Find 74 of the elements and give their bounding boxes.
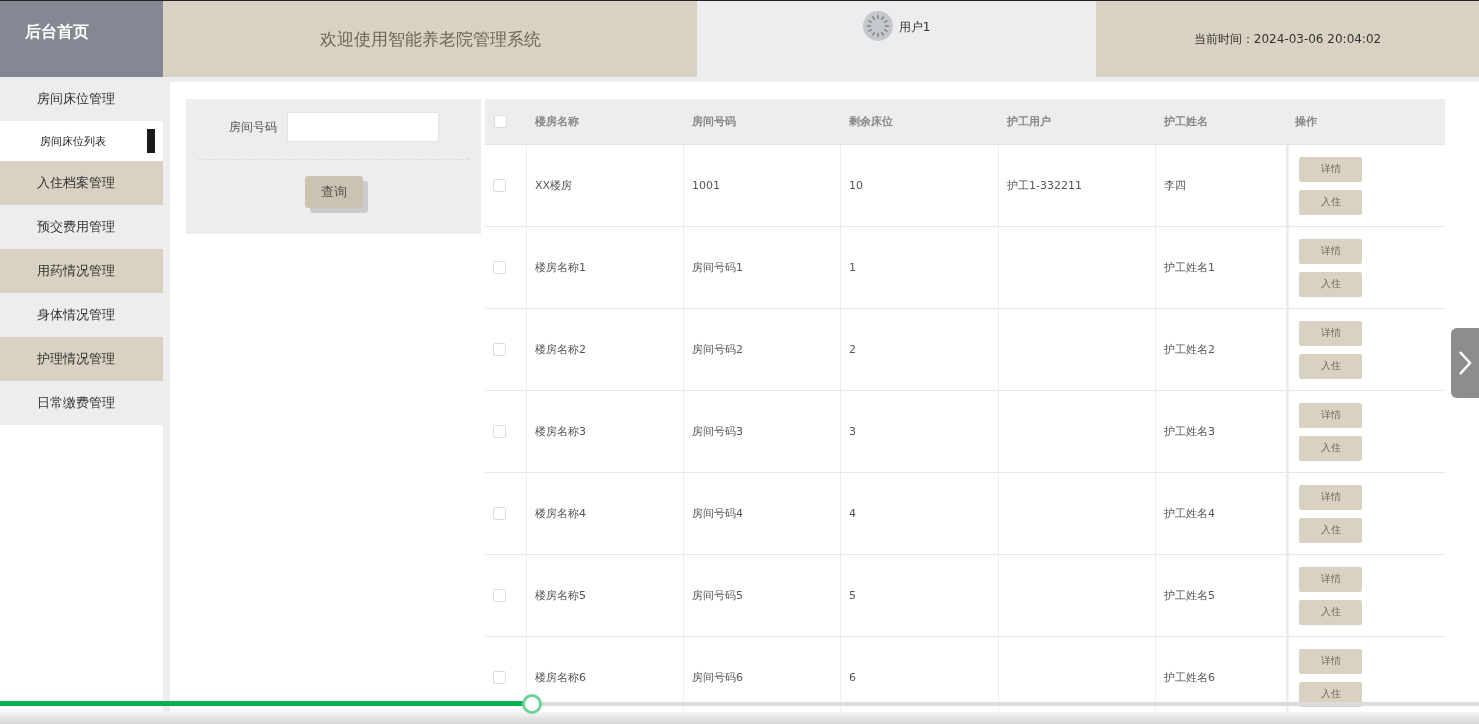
check-in-button[interactable]: 入住: [1299, 271, 1362, 297]
table-cell: 护工姓名6: [1164, 670, 1215, 685]
table-cell: XX楼房: [535, 178, 573, 193]
current-time: 当前时间：2024-03-06 20:04:02: [1193, 30, 1382, 48]
room-number-field[interactable]: [286, 112, 439, 142]
row-checkbox[interactable]: [493, 261, 506, 274]
details-button[interactable]: 详情: [1299, 648, 1362, 674]
table-cell: 楼房名称2: [535, 342, 586, 357]
avatar-icon: [862, 11, 893, 41]
column-header: 操作: [1295, 114, 1317, 129]
column-header: 剩余床位: [849, 114, 893, 129]
table-cell: 护工姓名3: [1164, 424, 1215, 439]
table-cell: 楼房名称1: [535, 260, 586, 275]
table-cell: 房间号码5: [692, 588, 743, 603]
table-cell: 10: [849, 179, 863, 192]
sidebar-item[interactable]: 护理情况管理: [0, 337, 163, 381]
column-header: 护工姓名: [1164, 114, 1208, 129]
details-button[interactable]: 详情: [1299, 402, 1362, 428]
table-cell: 房间号码1: [692, 260, 743, 275]
check-in-button[interactable]: 入住: [1299, 517, 1362, 543]
check-in-button[interactable]: 入住: [1299, 599, 1362, 625]
select-all-checkbox[interactable]: [494, 115, 507, 128]
details-button[interactable]: 详情: [1299, 156, 1362, 182]
sidebar-item[interactable]: 用药情况管理: [0, 249, 163, 293]
table-cell: 护工1-332211: [1007, 178, 1082, 193]
system-title: 欢迎使用智能养老院管理系统: [163, 1, 697, 77]
table-cell: 2: [849, 343, 856, 356]
table-cell: 5: [849, 589, 856, 602]
table-cell: 1: [849, 261, 856, 274]
table-cell: 6: [849, 671, 856, 684]
chevron-right-icon: [1458, 350, 1472, 376]
row-checkbox[interactable]: [493, 507, 506, 520]
column-header: 楼房名称: [535, 114, 579, 129]
table-cell: 4: [849, 507, 856, 520]
check-in-button[interactable]: 入住: [1299, 189, 1362, 215]
details-button[interactable]: 详情: [1299, 320, 1362, 346]
column-header: 房间号码: [692, 114, 736, 129]
progress-thumb[interactable]: [522, 694, 543, 714]
check-in-button[interactable]: 入住: [1299, 353, 1362, 379]
row-checkbox[interactable]: [493, 589, 506, 602]
table-cell: 护工姓名4: [1164, 506, 1215, 521]
next-button[interactable]: [1451, 328, 1479, 398]
table-cell: 1001: [692, 179, 720, 192]
details-button[interactable]: 详情: [1299, 566, 1362, 592]
table-cell: 楼房名称5: [535, 588, 586, 603]
sidebar-item[interactable]: 身体情况管理: [0, 293, 163, 337]
table-cell: 房间号码6: [692, 670, 743, 685]
table-cell: 楼房名称3: [535, 424, 586, 439]
row-checkbox[interactable]: [493, 425, 506, 438]
check-in-button[interactable]: 入住: [1299, 681, 1362, 707]
row-checkbox[interactable]: [493, 179, 506, 192]
details-button[interactable]: 详情: [1299, 238, 1362, 264]
table-cell: 房间号码4: [692, 506, 743, 521]
row-checkbox[interactable]: [493, 343, 506, 356]
user-name: 用户1: [898, 19, 931, 36]
sidebar-item[interactable]: 日常缴费管理: [0, 381, 163, 425]
sidebar-item[interactable]: 预交费用管理: [0, 205, 163, 249]
table-cell: 3: [849, 425, 856, 438]
table-cell: 护工姓名5: [1164, 588, 1215, 603]
home-title[interactable]: 后台首页: [0, 1, 163, 77]
table-cell: 护工姓名1: [1164, 260, 1215, 275]
row-checkbox[interactable]: [493, 671, 506, 684]
column-header: 护工用户: [1007, 114, 1051, 129]
table-cell: 房间号码3: [692, 424, 743, 439]
field-label: 房间号码: [228, 118, 277, 136]
sidebar-item[interactable]: 房间床位管理: [0, 77, 163, 121]
table-cell: 楼房名称4: [535, 506, 586, 521]
table-cell: 房间号码2: [692, 342, 743, 357]
table-cell: 护工姓名2: [1164, 342, 1215, 357]
check-in-button[interactable]: 入住: [1299, 435, 1362, 461]
sidebar-item[interactable]: 入住档案管理: [0, 161, 163, 205]
table-cell: 楼房名称6: [535, 670, 586, 685]
details-button[interactable]: 详情: [1299, 484, 1362, 510]
table-cell: 李四: [1164, 178, 1186, 193]
